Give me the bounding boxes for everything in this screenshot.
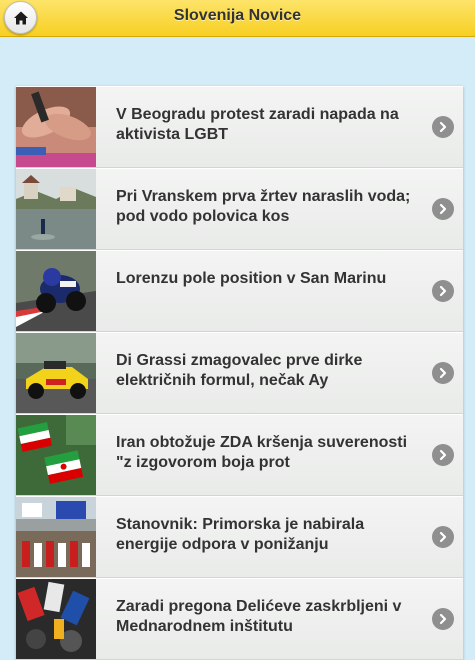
chevron-right-icon[interactable] bbox=[432, 198, 454, 220]
app-header: Slovenija Novice bbox=[0, 0, 475, 37]
news-title: Stanovnik: Primorska je nabirala energij… bbox=[116, 516, 365, 553]
news-item[interactable]: Di Grassi zmagovalec prve dirke električ… bbox=[16, 332, 463, 414]
chevron-right-icon[interactable] bbox=[432, 608, 454, 630]
news-item[interactable]: Lorenzu pole position v San Marinu bbox=[16, 250, 463, 332]
news-item[interactable]: Iran obtožuje ZDA kršenja suverenosti "z… bbox=[16, 414, 463, 496]
news-title: V Beogradu protest zaradi napada na akti… bbox=[116, 106, 399, 143]
page-title: Slovenija Novice bbox=[173, 7, 302, 24]
news-title: Pri Vranskem prva žrtev naraslih voda; p… bbox=[116, 188, 411, 225]
news-item[interactable]: Pri Vranskem prva žrtev naraslih voda; p… bbox=[16, 168, 463, 250]
news-item[interactable]: Stanovnik: Primorska je nabirala energij… bbox=[16, 496, 463, 578]
news-item[interactable]: V Beogradu protest zaradi napada na akti… bbox=[16, 86, 463, 168]
news-thumbnail bbox=[16, 579, 96, 659]
news-title: Lorenzu pole position v San Marinu bbox=[116, 270, 387, 287]
chevron-right-icon[interactable] bbox=[432, 116, 454, 138]
chevron-right-icon[interactable] bbox=[432, 362, 454, 384]
chevron-right-icon[interactable] bbox=[432, 526, 454, 548]
news-item[interactable]: Zaradi pregona Delićeve zaskrbljeni v Me… bbox=[16, 578, 463, 660]
news-thumbnail bbox=[16, 497, 96, 577]
news-thumbnail bbox=[16, 87, 96, 167]
news-thumbnail bbox=[16, 333, 96, 413]
news-title: Di Grassi zmagovalec prve dirke električ… bbox=[116, 352, 363, 389]
news-thumbnail bbox=[16, 415, 96, 495]
news-title: Zaradi pregona Delićeve zaskrbljeni v Me… bbox=[116, 598, 402, 635]
news-title: Iran obtožuje ZDA kršenja suverenosti "z… bbox=[116, 434, 408, 471]
chevron-right-icon[interactable] bbox=[432, 444, 454, 466]
news-thumbnail bbox=[16, 169, 96, 249]
chevron-right-icon[interactable] bbox=[432, 280, 454, 302]
news-list: V Beogradu protest zaradi napada na akti… bbox=[16, 86, 463, 660]
news-thumbnail bbox=[16, 251, 96, 331]
